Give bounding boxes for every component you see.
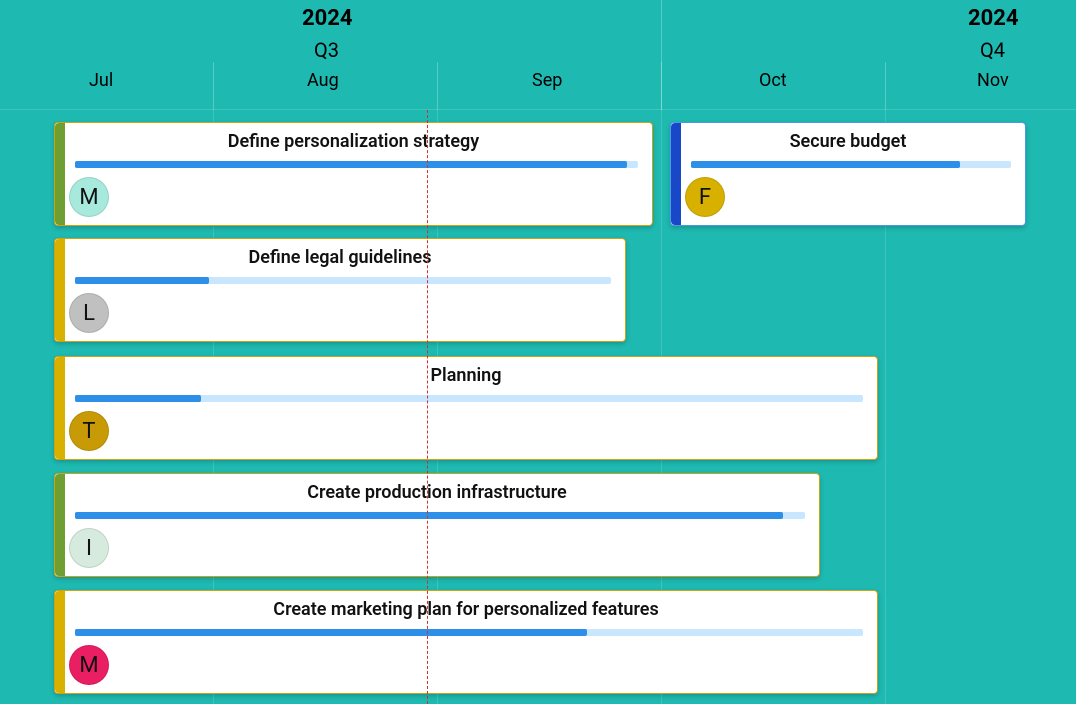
progress-fill [691,161,960,168]
progress-fill [75,161,627,168]
progress-track [75,395,863,402]
task-edge [55,591,65,693]
month-label-jul: Jul [89,70,113,91]
progress-track [75,629,863,636]
task-card[interactable]: Secure budget F [670,122,1026,226]
progress-fill [75,395,201,402]
task-edge [55,239,65,341]
task-card[interactable]: Create production infrastructure I [54,473,820,577]
task-title: Define personalization strategy [55,123,652,152]
timeline-header: 2024 Q3 2024 Q4 Jul Aug Sep Oct Nov [0,0,1076,110]
task-card[interactable]: Create marketing plan for personalized f… [54,590,878,694]
task-title: Planning [55,357,877,386]
progress-fill [75,629,587,636]
tasks-area: Define personalization strategy M Secure… [0,110,1076,704]
month-divider [213,62,214,110]
avatar[interactable]: M [69,177,109,217]
month-label-nov: Nov [977,70,1009,91]
today-line [427,110,428,704]
avatar[interactable]: F [685,177,725,217]
month-label-oct: Oct [759,70,787,91]
month-divider [885,62,886,110]
progress-track [75,512,805,519]
year-label: 2024 [302,6,353,31]
task-card[interactable]: Define personalization strategy M [54,122,653,226]
quarter-label: Q3 [314,38,339,62]
task-title: Create marketing plan for personalized f… [55,591,877,620]
month-divider [437,62,438,110]
month-label-aug: Aug [307,70,339,91]
avatar[interactable]: I [69,528,109,568]
task-edge [55,123,65,225]
avatar[interactable]: M [69,645,109,685]
avatar[interactable]: T [69,411,109,451]
task-title: Create production infrastructure [55,474,819,503]
month-divider [661,62,662,110]
year-label: 2024 [968,6,1019,31]
task-edge [671,123,681,225]
task-card[interactable]: Define legal guidelines L [54,238,626,342]
task-card[interactable]: Planning T [54,356,878,460]
progress-fill [75,277,209,284]
task-title: Define legal guidelines [55,239,625,268]
progress-track [75,161,638,168]
quarter-label: Q4 [980,38,1005,62]
task-edge [55,474,65,576]
progress-track [691,161,1011,168]
avatar[interactable]: L [69,293,109,333]
progress-fill [75,512,783,519]
task-edge [55,357,65,459]
month-label-sep: Sep [532,70,562,91]
task-title: Secure budget [671,123,1025,152]
progress-track [75,277,611,284]
